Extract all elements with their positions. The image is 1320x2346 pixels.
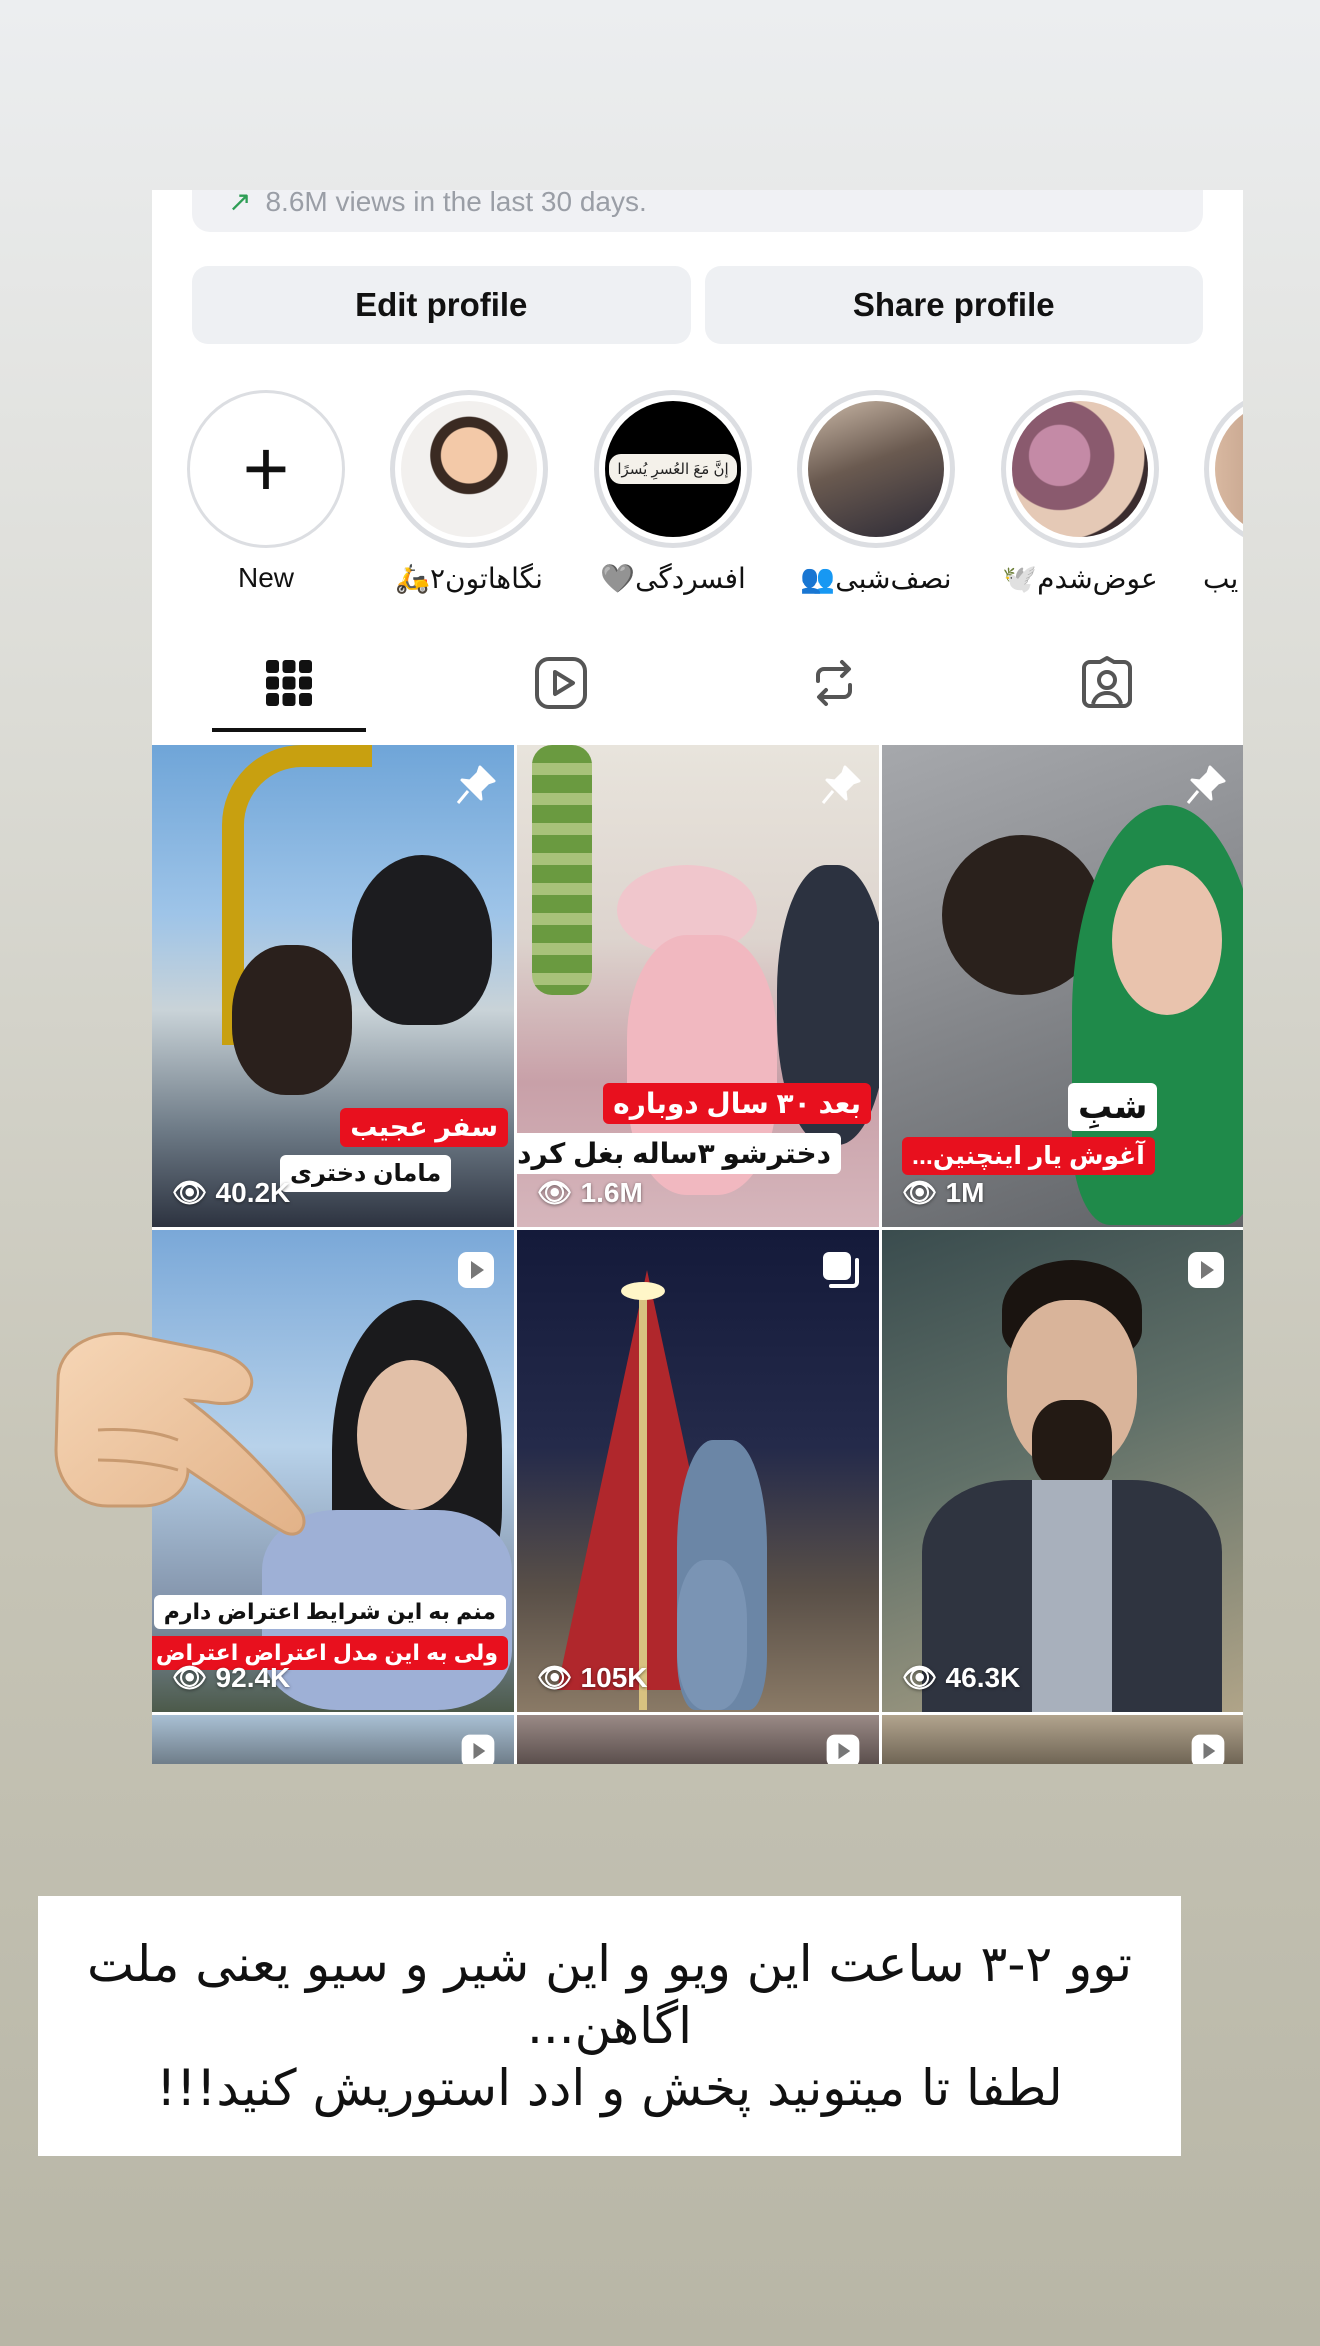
pointing-hand-icon — [38, 1310, 308, 1565]
trend-up-icon: ↗ — [228, 190, 252, 217]
reel-icon — [1188, 1252, 1224, 1288]
share-profile-button[interactable]: Share profile — [704, 266, 1203, 344]
reel-icon — [458, 1252, 494, 1288]
lamp-light-shape — [621, 1282, 665, 1300]
woman-face-shape — [1112, 865, 1222, 1015]
highlight-item[interactable]: إنَّ مَعَ العُسرِ يُسرًا افسردگی🩶 — [593, 390, 753, 595]
beard-shape — [1032, 1400, 1112, 1490]
pin-icon — [1186, 765, 1226, 804]
carousel-icon — [823, 1252, 859, 1288]
view-count: 👁 105K — [537, 1661, 647, 1694]
highlight-label: عوض‌شدم🕊️ — [1002, 563, 1158, 594]
child-shape — [677, 1560, 747, 1710]
highlight-label: افسردگی🩶 — [600, 563, 746, 594]
grid-tab[interactable] — [209, 630, 369, 736]
reel-icon — [826, 1734, 860, 1764]
profile-screenshot: ↗ 8.6M views in the last 30 days. Edit p… — [152, 190, 1243, 1764]
profile-buttons: Edit profile Share profile — [192, 266, 1203, 344]
highlight-label: New — [237, 562, 294, 593]
woman-hijab-shape — [352, 855, 492, 1025]
highlight-cover-portrait — [808, 401, 944, 537]
ivy-shape — [532, 745, 592, 995]
post-caption-white: منم به این شرایط اعتراض دارم — [153, 1595, 506, 1629]
eye-icon: 👁 — [172, 1177, 208, 1208]
eye-icon: 👁 — [902, 1662, 938, 1693]
highlight-item[interactable]: عوض‌شدم🕊️ — [1000, 390, 1160, 595]
calligraphy-badge: إنَّ مَعَ العُسرِ يُسرًا — [609, 454, 737, 484]
highlight-item[interactable]: یب — [1203, 390, 1243, 595]
highlight-label: یب — [1203, 563, 1239, 594]
view-count: 👁 92.4K — [172, 1661, 290, 1694]
story-caption-line2: اگاهن... — [526, 1997, 693, 2055]
view-count-value: 1.6M — [580, 1176, 643, 1208]
tagged-person-icon — [1082, 656, 1132, 708]
reels-tab[interactable] — [481, 630, 641, 736]
reel-icon — [461, 1734, 495, 1764]
story-caption: توو ۲-۳ ساعت این ویو و این شیر و سیو یعن… — [38, 1896, 1181, 2156]
story-caption-line1: توو ۲-۳ ساعت این ویو و این شیر و سیو یعن… — [86, 1935, 1133, 1993]
post-tile[interactable] — [152, 1715, 514, 1764]
highlight-cover-flowers — [1012, 401, 1148, 537]
post-tile[interactable]: 👁 105K — [517, 1230, 879, 1712]
highlight-label: نصف‌شبی👥 — [800, 563, 952, 594]
eye-icon: 👁 — [537, 1662, 573, 1693]
reels-icon — [535, 657, 587, 709]
post-caption-red: سفر عجیب — [340, 1108, 508, 1147]
post-tile[interactable] — [517, 1715, 879, 1764]
post-tile[interactable]: شبِ آغوش یار اینچنین... 👁 1M — [882, 745, 1243, 1227]
shirt-shape — [1032, 1480, 1112, 1712]
reel-icon — [1191, 1734, 1225, 1764]
tagged-tab[interactable] — [1027, 630, 1187, 736]
repost-icon — [816, 660, 852, 706]
story-caption-line3: لطفا تا میتونید پخش و ادد استوریش کنید!!… — [156, 2059, 1063, 2117]
view-count-value: 40.2K — [215, 1176, 291, 1208]
pin-icon — [456, 765, 496, 804]
edit-profile-button[interactable]: Edit profile — [192, 266, 691, 344]
post-caption-red: بعد ۳۰ سال دوباره — [603, 1083, 871, 1124]
highlight-cover-baby — [401, 401, 537, 537]
profile-tabs — [152, 630, 1243, 736]
eye-icon: 👁 — [537, 1177, 573, 1208]
view-count: 👁 1M — [902, 1176, 984, 1209]
pin-icon — [821, 765, 861, 804]
highlight-item[interactable]: نصف‌شبی👥 — [796, 390, 956, 595]
view-count-value: 1M — [945, 1176, 985, 1208]
view-count-value: 92.4K — [215, 1661, 291, 1693]
highlight-new[interactable]: + New — [186, 390, 346, 594]
view-count: 👁 40.2K — [172, 1176, 290, 1209]
highlight-label: نگاهاتون۲🛵 — [395, 563, 543, 594]
view-count: 👁 46.3K — [902, 1661, 1020, 1694]
highlight-cover-calligraphy: إنَّ مَعَ العُسرِ يُسرًا — [605, 401, 741, 537]
eye-icon: 👁 — [902, 1177, 938, 1208]
post-caption-white: مامان دختری — [280, 1155, 452, 1192]
post-caption-white: دخترشو ۳ساله بغل کرد — [517, 1133, 841, 1174]
view-count: 👁 1.6M — [537, 1176, 643, 1209]
post-caption-red: آغوش یار اینچنین... — [902, 1137, 1155, 1175]
view-count-value: 105K — [580, 1661, 648, 1693]
eye-icon: 👁 — [172, 1662, 208, 1693]
reposts-tab[interactable] — [754, 630, 914, 736]
post-tile[interactable] — [882, 1715, 1243, 1764]
highlight-cover-partial — [1215, 401, 1243, 537]
plus-icon: + — [242, 424, 290, 513]
highlight-item[interactable]: نگاهاتون۲🛵 — [389, 390, 549, 595]
child-shape — [232, 945, 352, 1095]
post-tile[interactable]: بعد ۳۰ سال دوباره دخترشو ۳ساله بغل کرد 👁… — [517, 745, 879, 1227]
lamp-post-shape — [639, 1290, 647, 1710]
face-shape — [357, 1360, 467, 1510]
views-text: 8.6M views in the last 30 days. — [265, 190, 647, 217]
story-highlights: + New نگاهاتون۲🛵 إنَّ مَعَ العُسرِ يُسرً… — [186, 390, 1243, 600]
post-tile[interactable]: سفر عجیب مامان دختری 👁 40.2K — [152, 745, 514, 1227]
post-caption-white: شبِ — [1068, 1083, 1158, 1131]
insights-banner[interactable]: ↗ 8.6M views in the last 30 days. — [192, 190, 1203, 232]
grid-icon — [266, 660, 312, 706]
view-count-value: 46.3K — [945, 1661, 1021, 1693]
post-tile[interactable]: 👁 46.3K — [882, 1230, 1243, 1712]
